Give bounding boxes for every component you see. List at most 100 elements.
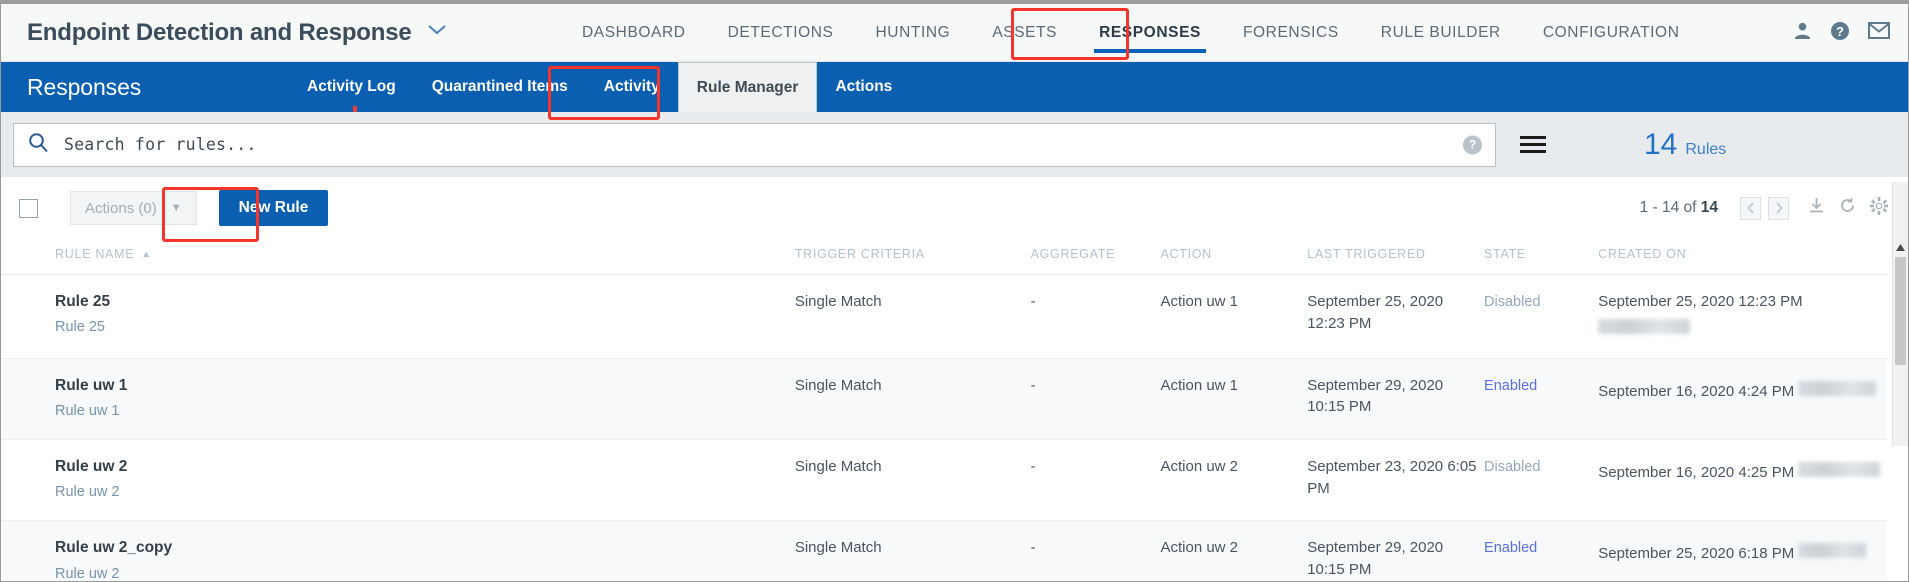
cell-aggregate: - <box>1030 520 1161 581</box>
nav-item-hunting[interactable]: HUNTING <box>855 4 972 62</box>
section-header-bar: Responses Activity Log Quarantined Items… <box>1 62 1908 120</box>
sort-ascending-icon: ▲ <box>141 248 152 260</box>
rules-count-label: Rules <box>1685 140 1727 158</box>
table-row[interactable]: Rule uw 2 Rule uw 2 Single Match - Actio… <box>1 439 1887 522</box>
column-header-action[interactable]: ACTION <box>1160 239 1308 275</box>
rules-count-number: 14 <box>1644 127 1678 161</box>
nav-item-rule-builder[interactable]: RULE BUILDER <box>1360 4 1522 62</box>
hamburger-menu-icon[interactable] <box>1520 136 1546 153</box>
cell-action: Action uw 2 <box>1160 439 1308 522</box>
cell-created-on: September 25, 2020 6:18 PM <box>1598 520 1887 581</box>
cell-rule-name[interactable]: Rule 25 Rule 25 <box>1 274 795 359</box>
column-header-trigger-criteria[interactable]: TRIGGER CRITERIA <box>794 239 1031 275</box>
rule-description: Rule uw 1 <box>55 402 120 419</box>
cell-rule-name[interactable]: Rule uw 2 Rule uw 2 <box>1 439 795 522</box>
cell-created-on: September 25, 2020 12:23 PM <box>1598 274 1887 359</box>
nav-item-detections[interactable]: DETECTIONS <box>707 4 855 62</box>
table-vertical-scrollbar[interactable] <box>1892 182 1908 446</box>
user-icon[interactable] <box>1793 21 1812 45</box>
cell-trigger-criteria: Single Match <box>794 520 1031 581</box>
section-title: Responses <box>27 73 142 100</box>
search-input[interactable]: Search for rules... ? <box>13 122 1496 167</box>
search-help-icon[interactable]: ? <box>1463 135 1482 154</box>
rules-table-body: Rule 25 Rule 25 Single Match - Action uw… <box>1 274 1887 581</box>
tab-activity-log[interactable]: Activity Log <box>289 62 414 112</box>
created-on-date: September 25, 2020 6:18 PM <box>1598 545 1795 563</box>
page-title: Endpoint Detection and Response <box>27 18 412 46</box>
brand-area[interactable]: Endpoint Detection and Response <box>1 19 448 47</box>
cell-state: Enabled <box>1484 358 1599 440</box>
cell-trigger-criteria: Single Match <box>794 439 1031 522</box>
svg-text:?: ? <box>1836 24 1844 39</box>
cell-state: Disabled <box>1484 274 1599 359</box>
rule-name[interactable]: Rule uw 2_copy <box>55 537 795 559</box>
cell-aggregate: - <box>1030 358 1161 440</box>
search-toolbar: Search for rules... ? 14 Rules <box>1 112 1908 177</box>
primary-navigation: DASHBOARD DETECTIONS HUNTING ASSETS RESP… <box>561 4 1701 62</box>
actions-dropdown[interactable]: Actions (0) ▼ <box>70 191 197 225</box>
tab-actions[interactable]: Actions <box>817 62 910 112</box>
refresh-icon[interactable] <box>1839 197 1856 219</box>
cell-created-on: September 16, 2020 4:25 PM <box>1598 439 1887 522</box>
column-label-rule-name: RULE NAME <box>55 247 135 261</box>
cell-rule-name[interactable]: Rule uw 2_copy Rule uw 2 <box>1 520 795 581</box>
column-header-created-on[interactable]: CREATED ON <box>1598 239 1887 275</box>
gear-icon[interactable] <box>1870 196 1888 220</box>
tab-rule-manager[interactable]: Rule Manager <box>677 62 818 112</box>
previous-page-button[interactable] <box>1740 196 1761 220</box>
table-row[interactable]: Rule 25 Rule 25 Single Match - Action uw… <box>1 274 1887 359</box>
redacted-created-by <box>1798 380 1877 396</box>
table-row[interactable]: Rule uw 1 Rule uw 1 Single Match - Actio… <box>1 358 1887 440</box>
table-row[interactable]: Rule uw 2_copy Rule uw 2 Single Match - … <box>1 520 1887 581</box>
cell-trigger-criteria: Single Match <box>794 358 1031 440</box>
top-header-bar: Endpoint Detection and Response DASHBOAR… <box>1 4 1908 62</box>
column-header-last-triggered[interactable]: LAST TRIGGERED <box>1307 239 1485 275</box>
download-icon[interactable] <box>1808 197 1825 219</box>
column-header-state[interactable]: STATE <box>1484 239 1599 275</box>
cell-aggregate: - <box>1030 274 1161 359</box>
rules-count-summary: 14 Rules <box>1644 128 1726 162</box>
application-window: Endpoint Detection and Response DASHBOAR… <box>0 0 1909 582</box>
cell-state: Enabled <box>1484 520 1599 581</box>
redacted-created-by <box>1598 318 1691 334</box>
new-rule-button[interactable]: New Rule <box>218 190 329 226</box>
column-header-aggregate[interactable]: AGGREGATE <box>1030 239 1161 275</box>
column-header-rule-name[interactable]: RULE NAME ▲ <box>1 239 795 275</box>
mail-icon[interactable] <box>1868 22 1890 44</box>
rule-name[interactable]: Rule 25 <box>55 291 795 313</box>
redacted-created-by <box>1798 543 1867 559</box>
chevron-down-icon[interactable] <box>426 23 448 42</box>
tab-quarantined-items[interactable]: Quarantined Items <box>414 62 586 112</box>
select-all-checkbox[interactable] <box>19 198 38 218</box>
chevron-down-icon: ▼ <box>170 202 182 214</box>
nav-item-responses[interactable]: RESPONSES <box>1078 4 1222 62</box>
cell-state: Disabled <box>1484 439 1599 522</box>
actions-dropdown-label: Actions (0) <box>85 199 157 217</box>
nav-item-assets[interactable]: ASSETS <box>971 4 1078 62</box>
cell-aggregate: - <box>1030 439 1161 522</box>
table-header-row: RULE NAME ▲ TRIGGER CRITERIA AGGREGATE A… <box>1 239 1887 275</box>
rules-table-container: RULE NAME ▲ TRIGGER CRITERIA AGGREGATE A… <box>1 182 1908 581</box>
nav-item-configuration[interactable]: CONFIGURATION <box>1522 4 1701 62</box>
status-badge: Disabled <box>1484 294 1541 310</box>
pagination-controls: 1 - 14 of 14 <box>1640 177 1888 239</box>
header-icon-group: ? <box>1793 4 1890 62</box>
cell-trigger-criteria: Single Match <box>794 274 1031 359</box>
cell-action: Action uw 1 <box>1160 274 1308 359</box>
rule-description: Rule uw 2 <box>55 484 120 501</box>
tab-activity[interactable]: Activity <box>586 62 678 112</box>
cell-last-triggered: September 23, 2020 6:05 PM <box>1307 439 1485 522</box>
rule-description: Rule 25 <box>55 319 105 336</box>
scroll-up-arrow[interactable] <box>1893 239 1908 255</box>
help-icon[interactable]: ? <box>1830 21 1850 46</box>
status-badge: Enabled <box>1484 540 1538 557</box>
search-input-value: Search for rules... <box>64 135 257 154</box>
next-page-button[interactable] <box>1768 196 1789 220</box>
scrollbar-thumb[interactable] <box>1895 257 1906 365</box>
rule-name[interactable]: Rule uw 1 <box>55 375 795 397</box>
nav-item-dashboard[interactable]: DASHBOARD <box>561 4 707 62</box>
rule-name[interactable]: Rule uw 2 <box>55 456 795 478</box>
cell-rule-name[interactable]: Rule uw 1 Rule uw 1 <box>1 358 795 440</box>
created-on-date: September 16, 2020 4:24 PM <box>1598 382 1795 400</box>
nav-item-forensics[interactable]: FORENSICS <box>1222 4 1360 62</box>
